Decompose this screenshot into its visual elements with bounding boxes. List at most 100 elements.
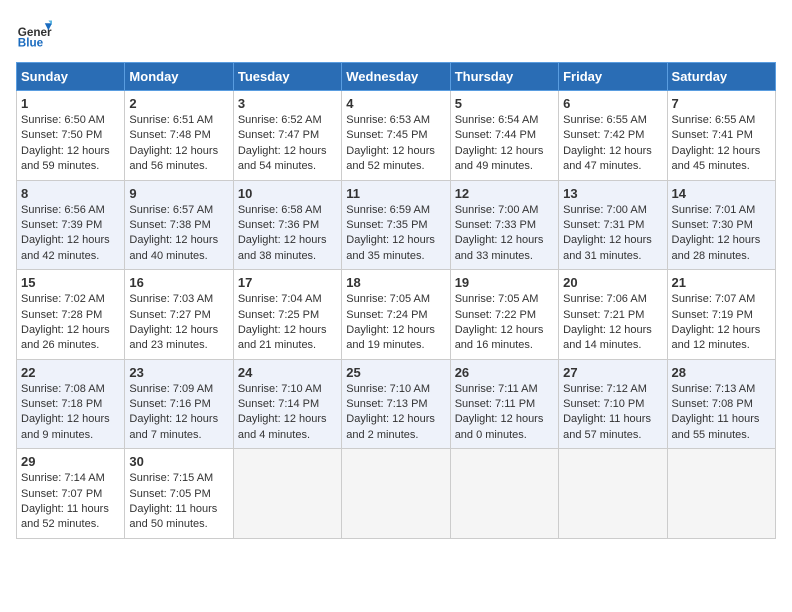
day-number: 15 [21, 275, 120, 290]
day-number: 28 [672, 365, 771, 380]
day-cell-4: 4 Sunrise: 6:53 AM Sunset: 7:45 PM Dayli… [342, 91, 450, 181]
day-cell-24: 24 Sunrise: 7:10 AM Sunset: 7:14 PM Dayl… [233, 359, 341, 449]
day-cell-13: 13 Sunrise: 7:00 AM Sunset: 7:31 PM Dayl… [559, 180, 667, 270]
day-cell-27: 27 Sunrise: 7:12 AM Sunset: 7:10 PM Dayl… [559, 359, 667, 449]
week-row-3: 15 Sunrise: 7:02 AM Sunset: 7:28 PM Dayl… [17, 270, 776, 360]
day-info: Sunrise: 7:13 AM Sunset: 7:08 PM Dayligh… [672, 382, 771, 444]
day-number: 17 [238, 275, 337, 290]
day-number: 12 [455, 186, 554, 201]
day-cell-9: 9 Sunrise: 6:57 AM Sunset: 7:38 PM Dayli… [125, 180, 233, 270]
day-number: 22 [21, 365, 120, 380]
day-cell-12: 12 Sunrise: 7:00 AM Sunset: 7:33 PM Dayl… [450, 180, 558, 270]
day-info: Sunrise: 7:14 AM Sunset: 7:07 PM Dayligh… [21, 471, 120, 533]
empty-cell [667, 449, 775, 539]
day-number: 23 [129, 365, 228, 380]
day-cell-29: 29 Sunrise: 7:14 AM Sunset: 7:07 PM Dayl… [17, 449, 125, 539]
day-number: 20 [563, 275, 662, 290]
day-number: 3 [238, 96, 337, 111]
header-saturday: Saturday [667, 63, 775, 91]
day-number: 25 [346, 365, 445, 380]
week-row-4: 22 Sunrise: 7:08 AM Sunset: 7:18 PM Dayl… [17, 359, 776, 449]
empty-cell [233, 449, 341, 539]
day-number: 1 [21, 96, 120, 111]
week-row-5: 29 Sunrise: 7:14 AM Sunset: 7:07 PM Dayl… [17, 449, 776, 539]
day-info: Sunrise: 6:58 AM Sunset: 7:36 PM Dayligh… [238, 203, 337, 265]
day-info: Sunrise: 7:07 AM Sunset: 7:19 PM Dayligh… [672, 292, 771, 354]
day-info: Sunrise: 6:56 AM Sunset: 7:39 PM Dayligh… [21, 203, 120, 265]
day-number: 30 [129, 454, 228, 469]
day-info: Sunrise: 7:05 AM Sunset: 7:24 PM Dayligh… [346, 292, 445, 354]
day-info: Sunrise: 7:03 AM Sunset: 7:27 PM Dayligh… [129, 292, 228, 354]
day-number: 18 [346, 275, 445, 290]
header-thursday: Thursday [450, 63, 558, 91]
day-number: 2 [129, 96, 228, 111]
day-cell-17: 17 Sunrise: 7:04 AM Sunset: 7:25 PM Dayl… [233, 270, 341, 360]
day-info: Sunrise: 6:54 AM Sunset: 7:44 PM Dayligh… [455, 113, 554, 175]
day-info: Sunrise: 6:51 AM Sunset: 7:48 PM Dayligh… [129, 113, 228, 175]
day-cell-23: 23 Sunrise: 7:09 AM Sunset: 7:16 PM Dayl… [125, 359, 233, 449]
empty-cell [450, 449, 558, 539]
day-cell-25: 25 Sunrise: 7:10 AM Sunset: 7:13 PM Dayl… [342, 359, 450, 449]
day-info: Sunrise: 6:52 AM Sunset: 7:47 PM Dayligh… [238, 113, 337, 175]
day-cell-16: 16 Sunrise: 7:03 AM Sunset: 7:27 PM Dayl… [125, 270, 233, 360]
day-info: Sunrise: 6:55 AM Sunset: 7:41 PM Dayligh… [672, 113, 771, 175]
day-info: Sunrise: 7:02 AM Sunset: 7:28 PM Dayligh… [21, 292, 120, 354]
day-info: Sunrise: 7:15 AM Sunset: 7:05 PM Dayligh… [129, 471, 228, 533]
day-number: 8 [21, 186, 120, 201]
day-cell-10: 10 Sunrise: 6:58 AM Sunset: 7:36 PM Dayl… [233, 180, 341, 270]
day-number: 29 [21, 454, 120, 469]
day-number: 19 [455, 275, 554, 290]
day-cell-26: 26 Sunrise: 7:11 AM Sunset: 7:11 PM Dayl… [450, 359, 558, 449]
day-info: Sunrise: 7:10 AM Sunset: 7:14 PM Dayligh… [238, 382, 337, 444]
day-number: 27 [563, 365, 662, 380]
day-cell-2: 2 Sunrise: 6:51 AM Sunset: 7:48 PM Dayli… [125, 91, 233, 181]
day-cell-5: 5 Sunrise: 6:54 AM Sunset: 7:44 PM Dayli… [450, 91, 558, 181]
day-cell-6: 6 Sunrise: 6:55 AM Sunset: 7:42 PM Dayli… [559, 91, 667, 181]
header-wednesday: Wednesday [342, 63, 450, 91]
day-cell-15: 15 Sunrise: 7:02 AM Sunset: 7:28 PM Dayl… [17, 270, 125, 360]
day-info: Sunrise: 6:53 AM Sunset: 7:45 PM Dayligh… [346, 113, 445, 175]
day-info: Sunrise: 7:00 AM Sunset: 7:31 PM Dayligh… [563, 203, 662, 265]
day-number: 21 [672, 275, 771, 290]
day-number: 4 [346, 96, 445, 111]
day-cell-3: 3 Sunrise: 6:52 AM Sunset: 7:47 PM Dayli… [233, 91, 341, 181]
day-number: 13 [563, 186, 662, 201]
day-cell-7: 7 Sunrise: 6:55 AM Sunset: 7:41 PM Dayli… [667, 91, 775, 181]
day-number: 9 [129, 186, 228, 201]
svg-text:Blue: Blue [18, 37, 44, 50]
day-cell-20: 20 Sunrise: 7:06 AM Sunset: 7:21 PM Dayl… [559, 270, 667, 360]
day-info: Sunrise: 6:57 AM Sunset: 7:38 PM Dayligh… [129, 203, 228, 265]
header-monday: Monday [125, 63, 233, 91]
day-info: Sunrise: 6:55 AM Sunset: 7:42 PM Dayligh… [563, 113, 662, 175]
header-sunday: Sunday [17, 63, 125, 91]
day-info: Sunrise: 7:08 AM Sunset: 7:18 PM Dayligh… [21, 382, 120, 444]
day-number: 11 [346, 186, 445, 201]
day-cell-19: 19 Sunrise: 7:05 AM Sunset: 7:22 PM Dayl… [450, 270, 558, 360]
logo: General Blue [16, 16, 52, 52]
day-cell-28: 28 Sunrise: 7:13 AM Sunset: 7:08 PM Dayl… [667, 359, 775, 449]
day-info: Sunrise: 7:04 AM Sunset: 7:25 PM Dayligh… [238, 292, 337, 354]
day-info: Sunrise: 7:00 AM Sunset: 7:33 PM Dayligh… [455, 203, 554, 265]
day-info: Sunrise: 7:12 AM Sunset: 7:10 PM Dayligh… [563, 382, 662, 444]
day-number: 6 [563, 96, 662, 111]
day-cell-18: 18 Sunrise: 7:05 AM Sunset: 7:24 PM Dayl… [342, 270, 450, 360]
header-friday: Friday [559, 63, 667, 91]
day-cell-11: 11 Sunrise: 6:59 AM Sunset: 7:35 PM Dayl… [342, 180, 450, 270]
day-cell-8: 8 Sunrise: 6:56 AM Sunset: 7:39 PM Dayli… [17, 180, 125, 270]
day-info: Sunrise: 7:09 AM Sunset: 7:16 PM Dayligh… [129, 382, 228, 444]
day-number: 10 [238, 186, 337, 201]
page-header: General Blue [16, 16, 776, 52]
day-info: Sunrise: 7:01 AM Sunset: 7:30 PM Dayligh… [672, 203, 771, 265]
day-info: Sunrise: 7:11 AM Sunset: 7:11 PM Dayligh… [455, 382, 554, 444]
day-cell-22: 22 Sunrise: 7:08 AM Sunset: 7:18 PM Dayl… [17, 359, 125, 449]
day-info: Sunrise: 7:10 AM Sunset: 7:13 PM Dayligh… [346, 382, 445, 444]
day-cell-30: 30 Sunrise: 7:15 AM Sunset: 7:05 PM Dayl… [125, 449, 233, 539]
day-cell-1: 1 Sunrise: 6:50 AM Sunset: 7:50 PM Dayli… [17, 91, 125, 181]
day-cell-21: 21 Sunrise: 7:07 AM Sunset: 7:19 PM Dayl… [667, 270, 775, 360]
calendar-table: Sunday Monday Tuesday Wednesday Thursday… [16, 62, 776, 539]
day-cell-14: 14 Sunrise: 7:01 AM Sunset: 7:30 PM Dayl… [667, 180, 775, 270]
week-row-2: 8 Sunrise: 6:56 AM Sunset: 7:39 PM Dayli… [17, 180, 776, 270]
day-info: Sunrise: 7:05 AM Sunset: 7:22 PM Dayligh… [455, 292, 554, 354]
day-number: 16 [129, 275, 228, 290]
weekday-header-row: Sunday Monday Tuesday Wednesday Thursday… [17, 63, 776, 91]
